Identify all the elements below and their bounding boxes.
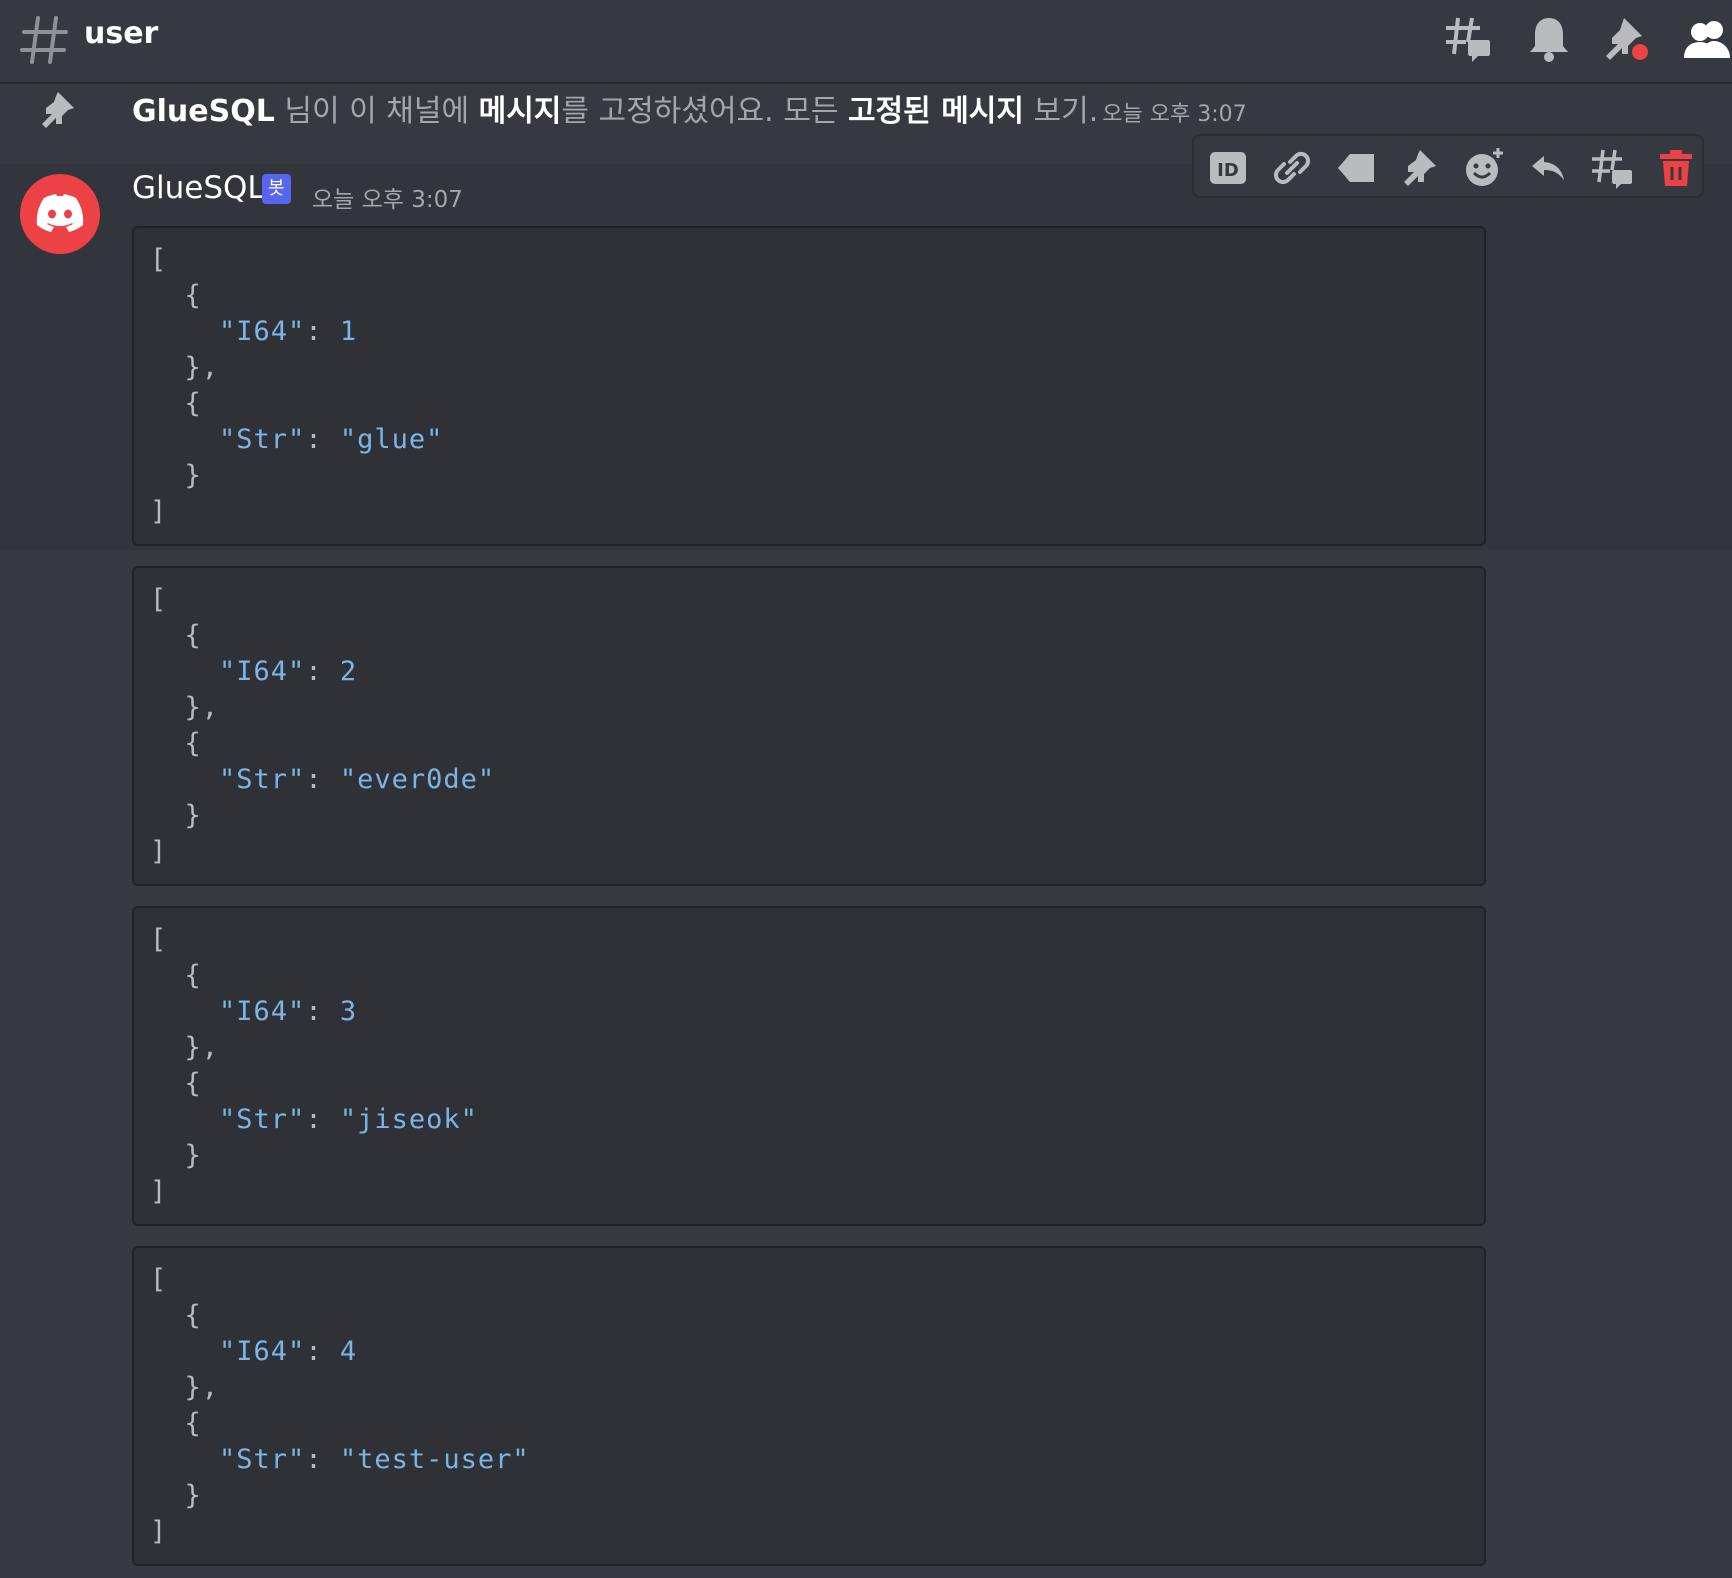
- all-pinned-messages-link[interactable]: 고정된 메시지: [848, 94, 1024, 129]
- code-key: "I64": [219, 996, 306, 1027]
- hashtag-icon: [20, 16, 68, 64]
- code-block: [ { "I64": 2 }, { "Str": "ever0de" } ]: [132, 566, 1486, 886]
- code-key: "Str": [219, 1104, 306, 1135]
- pin-message-button[interactable]: [1398, 146, 1442, 190]
- pinned-message-link[interactable]: 메시지: [479, 94, 562, 129]
- reply-icon: [1532, 156, 1564, 180]
- tag-icon: [1338, 154, 1374, 182]
- code-key: "I64": [219, 656, 306, 687]
- create-thread-button[interactable]: [1590, 146, 1634, 190]
- thread-icon: [1592, 149, 1632, 189]
- code-value: "glue": [339, 424, 444, 455]
- code-key: "Str": [219, 764, 306, 795]
- code-value: 1: [339, 316, 358, 347]
- bot-tag-badge: 봇: [262, 174, 291, 204]
- discord-logo-icon: [36, 194, 84, 232]
- message-author[interactable]: GlueSQL: [132, 170, 265, 206]
- trash-icon: [1660, 150, 1692, 186]
- avatar[interactable]: [20, 174, 100, 254]
- delete-message-button[interactable]: [1654, 146, 1698, 190]
- message-timestamp: 오늘 오후 3:07: [312, 187, 463, 213]
- pinned-messages-icon[interactable]: [1602, 14, 1652, 64]
- add-reaction-button[interactable]: [1462, 146, 1506, 190]
- pinned-timestamp: 오늘 오후 3:07: [1102, 102, 1247, 127]
- code-key: "Str": [219, 424, 306, 455]
- pinned-notice-text: GlueSQL 님이 이 채널에 메시지를 고정하셨어요. 모든 고정된 메시지…: [132, 84, 1247, 140]
- code-block: [ { "I64": 3 }, { "Str": "jiseok" } ]: [132, 906, 1486, 1226]
- code-key: "I64": [219, 316, 306, 347]
- pinned-author[interactable]: GlueSQL: [132, 94, 275, 129]
- mark-unread-button[interactable]: [1334, 146, 1378, 190]
- add-reaction-icon: [1466, 148, 1503, 186]
- channel-header: user: [0, 0, 1732, 84]
- message-actions-toolbar: ID: [1192, 134, 1704, 198]
- pinned-text-2: 를 고정하셨어요. 모든: [561, 94, 848, 129]
- pinned-text-1: 님이 이 채널에: [274, 94, 479, 129]
- pinned-text-3: 보기.: [1024, 94, 1099, 129]
- code-value: 2: [339, 656, 358, 687]
- threads-icon[interactable]: [1444, 14, 1494, 64]
- link-icon: [1273, 151, 1311, 185]
- code-value: 3: [339, 996, 358, 1027]
- copy-link-button[interactable]: [1270, 146, 1314, 190]
- code-key: "Str": [219, 1444, 306, 1475]
- copy-id-button[interactable]: ID: [1206, 146, 1250, 190]
- pin-icon: [42, 92, 74, 128]
- code-value: 4: [339, 1336, 358, 1367]
- notification-bell-icon[interactable]: [1524, 14, 1574, 64]
- code-block: [ { "I64": 1 }, { "Str": "glue" } ]: [132, 226, 1486, 546]
- pin-icon: [1404, 150, 1436, 186]
- code-value: "ever0de": [339, 764, 496, 795]
- code-key: "I64": [219, 1336, 306, 1367]
- reply-button[interactable]: [1526, 146, 1570, 190]
- code-value: "jiseok": [339, 1104, 478, 1135]
- code-value: "test-user": [339, 1444, 530, 1475]
- code-block: [ { "I64": 4 }, { "Str": "test-user" } ]: [132, 1246, 1486, 1566]
- id-icon: ID: [1210, 152, 1246, 184]
- member-list-icon[interactable]: [1682, 14, 1732, 64]
- channel-title: user: [84, 16, 159, 51]
- svg-text:ID: ID: [1217, 160, 1239, 181]
